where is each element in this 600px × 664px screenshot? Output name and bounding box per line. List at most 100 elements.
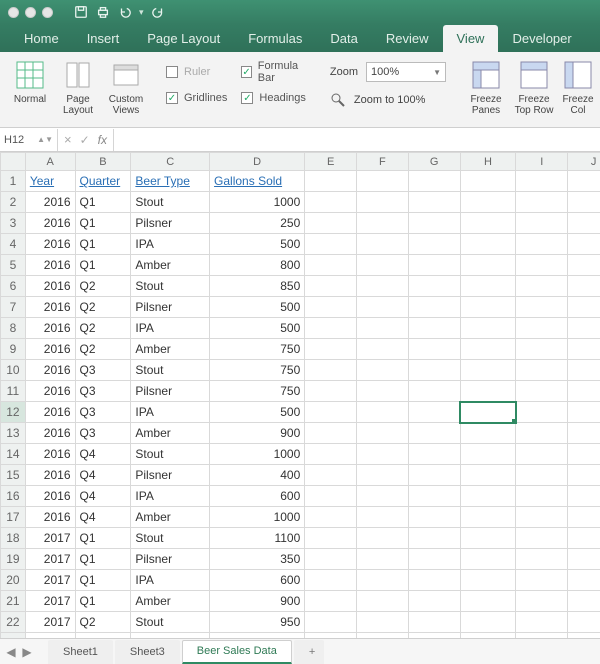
cell-F23[interactable] — [357, 633, 409, 639]
cell-F15[interactable] — [357, 465, 409, 486]
cell-H5[interactable] — [460, 255, 516, 276]
cell-A15[interactable]: 2016 — [25, 465, 75, 486]
cell-D17[interactable]: 1000 — [210, 507, 305, 528]
cell-B17[interactable]: Q4 — [75, 507, 131, 528]
cell-I6[interactable] — [516, 276, 568, 297]
tab-review[interactable]: Review — [372, 25, 443, 52]
cell-B3[interactable]: Q1 — [75, 213, 131, 234]
undo-icon[interactable] — [117, 4, 133, 20]
row-header-22[interactable]: 22 — [1, 612, 26, 633]
cell-C5[interactable]: Amber — [131, 255, 210, 276]
spreadsheet-grid[interactable]: ABCDEFGHIJ1YearQuarterBeer TypeGallons S… — [0, 152, 600, 638]
cell-I16[interactable] — [516, 486, 568, 507]
gridlines-checkbox[interactable] — [166, 92, 178, 104]
col-header-H[interactable]: H — [460, 153, 516, 171]
cell-H10[interactable] — [460, 360, 516, 381]
cell-I7[interactable] — [516, 297, 568, 318]
cell-G20[interactable] — [408, 570, 460, 591]
window-minimize-dot[interactable] — [25, 7, 36, 18]
cell-E16[interactable] — [305, 486, 357, 507]
cell-G1[interactable] — [408, 171, 460, 192]
cell-C7[interactable]: Pilsner — [131, 297, 210, 318]
cell-B14[interactable]: Q4 — [75, 444, 131, 465]
col-header-A[interactable]: A — [25, 153, 75, 171]
cell-E17[interactable] — [305, 507, 357, 528]
fx-label[interactable]: fx — [98, 133, 107, 147]
cell-C14[interactable]: Stout — [131, 444, 210, 465]
cell-J6[interactable] — [568, 276, 600, 297]
cell-I20[interactable] — [516, 570, 568, 591]
cell-A19[interactable]: 2017 — [25, 549, 75, 570]
cell-I1[interactable] — [516, 171, 568, 192]
cell-A18[interactable]: 2017 — [25, 528, 75, 549]
cell-H23[interactable] — [460, 633, 516, 639]
cell-E21[interactable] — [305, 591, 357, 612]
cell-F18[interactable] — [357, 528, 409, 549]
cell-C20[interactable]: IPA — [131, 570, 210, 591]
row-header-21[interactable]: 21 — [1, 591, 26, 612]
tab-data[interactable]: Data — [316, 25, 371, 52]
row-header-2[interactable]: 2 — [1, 192, 26, 213]
cell-G21[interactable] — [408, 591, 460, 612]
cell-F21[interactable] — [357, 591, 409, 612]
cell-A5[interactable]: 2016 — [25, 255, 75, 276]
cell-H4[interactable] — [460, 234, 516, 255]
cell-H22[interactable] — [460, 612, 516, 633]
cell-H11[interactable] — [460, 381, 516, 402]
cell-H7[interactable] — [460, 297, 516, 318]
cell-B8[interactable]: Q2 — [75, 318, 131, 339]
cell-C16[interactable]: IPA — [131, 486, 210, 507]
row-header-1[interactable]: 1 — [1, 171, 26, 192]
row-header-11[interactable]: 11 — [1, 381, 26, 402]
cell-I2[interactable] — [516, 192, 568, 213]
cell-J17[interactable] — [568, 507, 600, 528]
row-header-12[interactable]: 12 — [1, 402, 26, 423]
cell-A22[interactable]: 2017 — [25, 612, 75, 633]
cell-E4[interactable] — [305, 234, 357, 255]
cell-J1[interactable] — [568, 171, 600, 192]
cell-B10[interactable]: Q3 — [75, 360, 131, 381]
row-header-23[interactable]: 23 — [1, 633, 26, 639]
cell-E5[interactable] — [305, 255, 357, 276]
cell-J3[interactable] — [568, 213, 600, 234]
cell-E6[interactable] — [305, 276, 357, 297]
cell-G12[interactable] — [408, 402, 460, 423]
cell-J9[interactable] — [568, 339, 600, 360]
cell-B23[interactable]: Q2 — [75, 633, 131, 639]
cell-A11[interactable]: 2016 — [25, 381, 75, 402]
cell-E10[interactable] — [305, 360, 357, 381]
freeze-top-row-button[interactable]: Freeze Top Row — [510, 56, 558, 116]
cell-H19[interactable] — [460, 549, 516, 570]
cell-A14[interactable]: 2016 — [25, 444, 75, 465]
zoom-to-100-button[interactable]: Zoom to 100% — [330, 92, 446, 108]
ruler-checkbox[interactable] — [166, 66, 178, 78]
cell-B12[interactable]: Q3 — [75, 402, 131, 423]
cell-F10[interactable] — [357, 360, 409, 381]
cell-H13[interactable] — [460, 423, 516, 444]
cell-C19[interactable]: Pilsner — [131, 549, 210, 570]
cell-I17[interactable] — [516, 507, 568, 528]
cell-B21[interactable]: Q1 — [75, 591, 131, 612]
custom-views-button[interactable]: Custom Views — [102, 56, 150, 116]
row-header-9[interactable]: 9 — [1, 339, 26, 360]
tab-page-layout[interactable]: Page Layout — [133, 25, 234, 52]
cell-D20[interactable]: 600 — [210, 570, 305, 591]
cell-C10[interactable]: Stout — [131, 360, 210, 381]
cell-B19[interactable]: Q1 — [75, 549, 131, 570]
tab-developer[interactable]: Developer — [498, 25, 585, 52]
col-header-I[interactable]: I — [516, 153, 568, 171]
cell-J15[interactable] — [568, 465, 600, 486]
cell-I3[interactable] — [516, 213, 568, 234]
cell-H14[interactable] — [460, 444, 516, 465]
cell-E1[interactable] — [305, 171, 357, 192]
cell-C18[interactable]: Stout — [131, 528, 210, 549]
cell-G18[interactable] — [408, 528, 460, 549]
cell-D9[interactable]: 750 — [210, 339, 305, 360]
cell-D2[interactable]: 1000 — [210, 192, 305, 213]
cell-D5[interactable]: 800 — [210, 255, 305, 276]
cell-F22[interactable] — [357, 612, 409, 633]
row-header-10[interactable]: 10 — [1, 360, 26, 381]
cell-C3[interactable]: Pilsner — [131, 213, 210, 234]
col-header-B[interactable]: B — [75, 153, 131, 171]
cell-I18[interactable] — [516, 528, 568, 549]
